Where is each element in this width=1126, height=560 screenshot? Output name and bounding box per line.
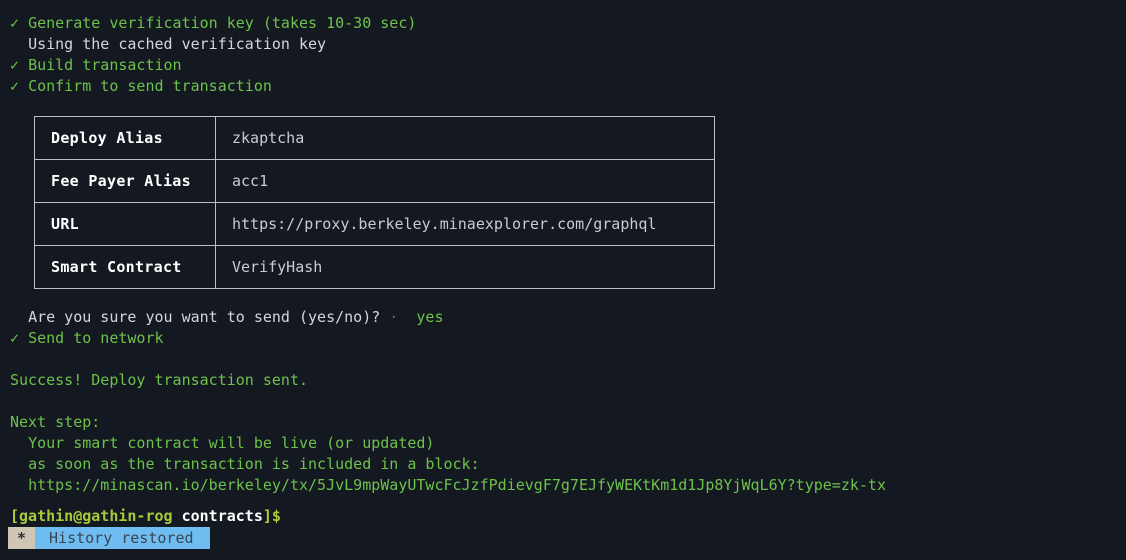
next-step-1-indent xyxy=(10,434,28,452)
next-step-line-1: Your smart contract will be live (or upd… xyxy=(28,434,435,452)
prompt-open-bracket: [ xyxy=(10,507,20,525)
table-cell-value-url: https://proxy.berkeley.minaexplorer.com/… xyxy=(215,202,715,246)
check-icon: ✓ xyxy=(10,14,20,32)
output-line-build-tx: ✓ Build transaction xyxy=(10,55,1126,76)
output-line-next-step-1: Your smart contract will be live (or upd… xyxy=(10,433,1126,454)
confirm-gap-left xyxy=(380,308,389,326)
confirm-answer: yes xyxy=(416,308,444,326)
prompt-close-bracket: ] xyxy=(262,507,272,525)
table-row: Smart Contract VerifyHash xyxy=(34,245,715,289)
send-gap xyxy=(19,329,28,347)
table-row: Fee Payer Alias acc1 xyxy=(34,159,715,203)
cached-key-indent xyxy=(10,35,28,53)
check-icon: ✓ xyxy=(10,77,20,95)
output-line-send-to-network: ✓ Send to network xyxy=(10,328,1126,349)
tx-url-indent xyxy=(10,476,28,494)
prompt-user-host: gathin@gathin-rog xyxy=(19,507,173,525)
check-icon: ✓ xyxy=(10,329,20,347)
output-line-confirm-tx: ✓ Confirm to send transaction xyxy=(10,76,1126,97)
table-cell-value-fee-payer-alias: acc1 xyxy=(215,159,715,203)
clipped-text xyxy=(10,0,19,11)
confirm-question-text: Are you sure you want to send (yes/no)? xyxy=(28,308,381,326)
table-cell-value-deploy-alias: zkaptcha xyxy=(215,116,715,160)
next-step-line-2: as soon as the transaction is included i… xyxy=(28,455,480,473)
status-message: History restored xyxy=(35,527,210,549)
status-mark-badge: * xyxy=(8,527,36,549)
table-cell-label-smart-contract: Smart Contract xyxy=(34,245,216,289)
generate-key-label xyxy=(19,14,28,32)
shell-prompt[interactable]: [gathin@gathin-rog contracts]$ xyxy=(10,506,281,527)
prompt-symbol: $ xyxy=(271,507,281,525)
terminal-window: ✓ Generate verification key (takes 10-30… xyxy=(0,0,1126,560)
deploy-summary-table: Deploy Alias zkaptcha Fee Payer Alias ac… xyxy=(34,116,715,289)
output-line-tx-url[interactable]: https://minascan.io/berkeley/tx/5JvL9mpW… xyxy=(10,475,1126,496)
table-cell-label-fee-payer-alias: Fee Payer Alias xyxy=(34,159,216,203)
cached-key-text: Using the cached verification key xyxy=(28,35,327,53)
send-to-network-text: Send to network xyxy=(28,329,164,347)
output-line-confirm-question: Are you sure you want to send (yes/no)? … xyxy=(10,307,1126,328)
confirm-tx-gap xyxy=(19,77,28,95)
table-cell-label-deploy-alias: Deploy Alias xyxy=(34,116,216,160)
table-row: Deploy Alias zkaptcha xyxy=(34,116,715,160)
output-line-next-step-heading: Next step: xyxy=(10,412,1126,433)
build-tx-gap xyxy=(19,56,28,74)
confirm-indent xyxy=(10,308,28,326)
transaction-url-link[interactable]: https://minascan.io/berkeley/tx/5JvL9mpW… xyxy=(28,476,886,494)
status-bar: * History restored xyxy=(8,527,210,549)
output-line-success: Success! Deploy transaction sent. xyxy=(10,370,1126,391)
output-line-clipped xyxy=(10,0,1126,13)
confirm-separator: · xyxy=(389,308,399,326)
next-step-2-indent xyxy=(10,455,28,473)
check-icon: ✓ xyxy=(10,56,20,74)
generate-key-text: Generate verification key (takes 10-30 s… xyxy=(28,14,417,32)
confirm-tx-text: Confirm to send transaction xyxy=(28,77,272,95)
table-cell-label-url: URL xyxy=(34,202,216,246)
table-row: URL https://proxy.berkeley.minaexplorer.… xyxy=(34,202,715,246)
next-step-heading: Next step: xyxy=(10,413,101,431)
table-cell-value-smart-contract: VerifyHash xyxy=(215,245,715,289)
output-line-generate-key: ✓ Generate verification key (takes 10-30… xyxy=(10,13,1126,34)
output-line-next-step-2: as soon as the transaction is included i… xyxy=(10,454,1126,475)
build-tx-text: Build transaction xyxy=(28,56,182,74)
prompt-directory: contracts xyxy=(181,507,263,525)
deploy-summary-table-wrapper: Deploy Alias zkaptcha Fee Payer Alias ac… xyxy=(34,116,715,289)
success-message: Success! Deploy transaction sent. xyxy=(10,371,309,389)
output-line-cached-key: Using the cached verification key xyxy=(10,34,1126,55)
confirm-gap-right xyxy=(398,308,416,326)
